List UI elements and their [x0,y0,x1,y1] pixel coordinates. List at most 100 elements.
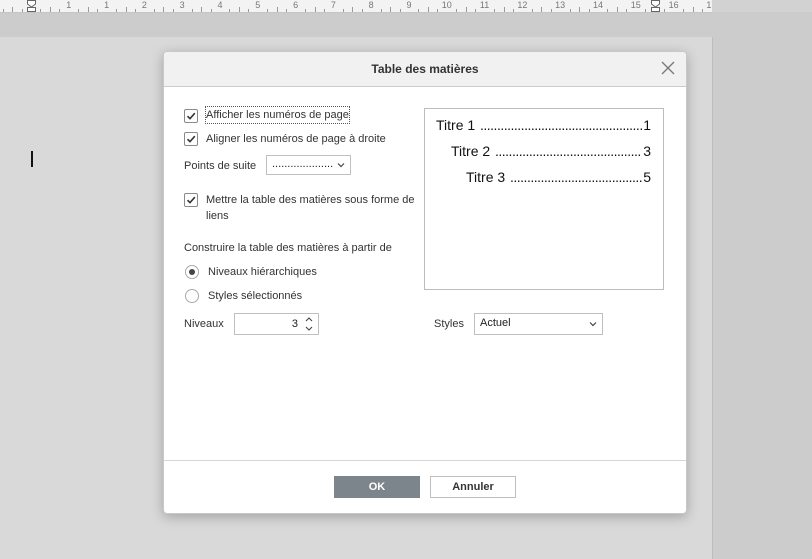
cancel-button[interactable]: Annuler [430,476,516,498]
ruler-tick [116,9,118,12]
ruler-tick [465,7,467,12]
ruler-tick [163,7,165,12]
selected-styles-label[interactable]: Styles sélectionnés [208,288,302,304]
ruler-number: 15 [630,0,641,10]
right-align-page-numbers-checkbox[interactable] [184,132,198,146]
ruler-tick [97,9,99,12]
ruler-tick [531,9,533,12]
ruler-tick [390,7,392,12]
ruler-tick [49,7,51,12]
styles-value: Actuel [480,317,511,329]
radio-selected-dot [189,269,195,275]
ruler-tick [248,9,250,12]
ruler-tick [494,9,496,12]
ruler-tick [456,9,458,12]
ruler-number: 6 [293,0,299,10]
ruler-tick [238,7,240,12]
styles-label: Styles [434,318,464,330]
toc-entry-page: 1 [643,117,651,133]
toc-entry-leader: ........................................… [510,169,642,185]
levels-spinner[interactable]: 3 [234,313,319,335]
ruler-tick [692,7,694,12]
ruler-number: 11 [479,0,490,10]
hierarchy-levels-label[interactable]: Niveaux hiérarchiques [208,264,317,280]
ruler-tick [286,9,288,12]
show-page-numbers-label[interactable]: Afficher les numéros de page [205,106,350,124]
right-indent-marker[interactable] [650,0,660,12]
ruler-tick [314,7,316,12]
ruler-tick [418,9,420,12]
show-page-numbers-checkbox[interactable] [184,109,198,123]
ruler-tick [59,9,61,12]
ruler-tick [125,7,127,12]
ruler-tick [437,9,439,12]
ruler-tick [87,7,89,12]
levels-value: 3 [291,318,298,330]
ruler-number: 12 [517,0,528,10]
ruler-tick [683,9,685,12]
toc-entry-title: Titre 3 [466,169,506,185]
checkmark-icon [186,135,196,143]
ruler-number: 3 [179,0,185,10]
ruler-tick [12,7,14,12]
ruler-tick [616,7,618,12]
as-links-label-line1[interactable]: Mettre la table des matières sous forme … [206,192,414,208]
ruler-tick [153,9,155,12]
ruler-number: 13 [555,0,566,10]
ruler-tick [569,9,571,12]
ruler-tick [229,9,231,12]
ruler-tick [21,9,23,12]
ruler-tick [276,7,278,12]
ruler-number: 5 [255,0,261,10]
ruler-number: 1 [104,0,110,10]
ruler-tick [512,9,514,12]
checkmark-icon [186,112,196,120]
chevron-down-icon [337,163,345,168]
ruler-tick [579,7,581,12]
ruler-tick [361,9,363,12]
ruler-tick [664,9,666,12]
levels-label: Niveaux [184,318,224,330]
right-align-page-numbers-label[interactable]: Aligner les numéros de page à droite [206,131,386,147]
selected-styles-radio[interactable] [185,289,199,303]
ok-button[interactable]: OK [334,476,420,498]
ruler-number: 14 [592,0,604,10]
toc-entry-title: Titre 2 [451,143,491,159]
toc-entry-page: 3 [643,143,651,159]
ruler-number: 7 [330,0,336,10]
as-links-checkbox[interactable] [184,193,198,207]
dialog-header[interactable]: Table des matières [164,52,686,87]
ruler-tick [210,9,212,12]
as-links-label-line2[interactable]: liens [206,208,229,224]
checkmark-icon [186,196,196,204]
ruler-tick [323,9,325,12]
ruler-number: 10 [441,0,452,10]
ruler-tick [201,7,203,12]
ruler-tick [541,7,543,12]
styles-dropdown[interactable]: Actuel [474,313,603,335]
ruler-margin-area [712,0,812,12]
ruler-tick [134,9,136,12]
close-icon[interactable] [661,61,675,75]
ruler-tick [503,7,505,12]
horizontal-ruler[interactable]: 11234567891011121314151617 [0,0,712,13]
toc-preview: Titre 1 ................................… [424,108,664,290]
left-indent-marker[interactable] [26,0,36,12]
dialog-title: Table des matières [371,62,479,76]
toc-dialog: Table des matières Afficher les numéros … [163,51,687,514]
toc-entry-title: Titre 1 [436,117,476,133]
hierarchy-levels-radio[interactable] [185,265,199,279]
leader-dropdown[interactable]: .................... [266,155,351,175]
ruler-number: 9 [406,0,412,10]
toc-entry-leader: ........................................… [480,117,642,133]
ruler-tick [78,9,80,12]
ruler-tick [626,9,628,12]
ruler-tick [701,9,703,12]
ruler-tick [342,9,344,12]
ruler-number: 1 [66,0,72,10]
toc-entry-leader: ........................................… [495,143,642,159]
ruler-number: 4 [217,0,223,10]
ruler-tick [305,9,307,12]
leader-value: .................... [272,158,334,170]
spinner-arrows-icon[interactable] [303,315,315,333]
